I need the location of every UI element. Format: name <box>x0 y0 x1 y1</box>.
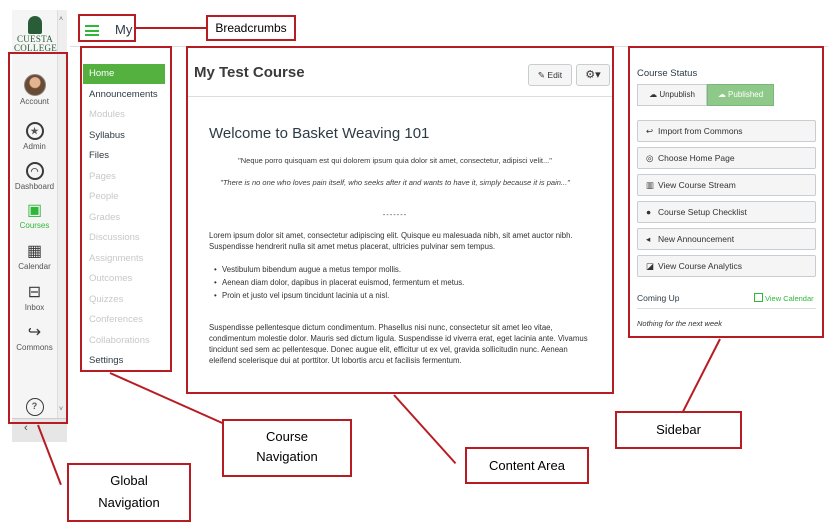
global-navigation-label-line1: Global <box>110 473 148 488</box>
content-area-leader-line <box>393 394 457 465</box>
course-navigation-label-line1: Course <box>266 429 308 444</box>
global-navigation-label: Global Navigation <box>67 463 191 522</box>
breadcrumbs-highlight-box <box>78 14 136 42</box>
content-area-label: Content Area <box>465 447 589 484</box>
sidebar-label: Sidebar <box>615 411 742 449</box>
breadcrumbs-leader-line <box>136 27 206 29</box>
sidebar-highlight-box <box>628 46 824 338</box>
global-navigation-label-line2: Navigation <box>98 495 160 510</box>
global-nav-highlight-box <box>8 52 68 424</box>
breadcrumbs-label: Breadcrumbs <box>206 15 296 41</box>
school-logo[interactable]: CUESTA COLLEGE <box>14 16 58 53</box>
logo-mark-icon <box>28 16 42 34</box>
course-nav-highlight-box <box>80 46 172 372</box>
logo-text: CUESTA COLLEGE <box>14 34 58 53</box>
sidebar-leader-line <box>677 338 721 421</box>
course-navigation-label-line2: Navigation <box>256 449 318 464</box>
course-navigation-label: Course Navigation <box>222 419 352 477</box>
content-area-highlight-box <box>186 46 614 394</box>
scroll-up-icon[interactable]: ˄ <box>59 16 63 23</box>
